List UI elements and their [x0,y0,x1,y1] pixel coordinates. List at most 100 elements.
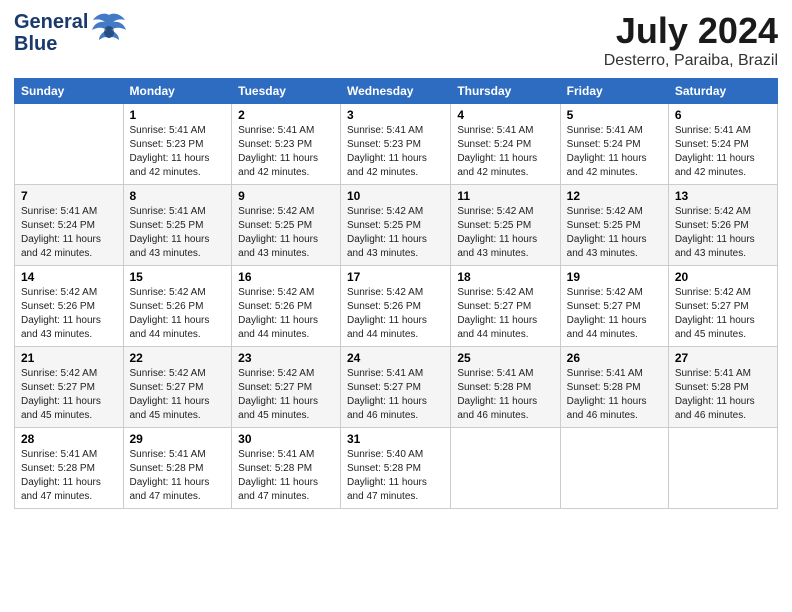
calendar-cell: 22 Sunrise: 5:42 AM Sunset: 5:27 PM Dayli… [123,347,232,428]
week-row-1: 1 Sunrise: 5:41 AM Sunset: 5:23 PM Daylig… [15,104,778,185]
day-info: Sunrise: 5:41 AM Sunset: 5:24 PM Dayligh… [457,124,553,180]
calendar-cell [560,428,668,509]
calendar-table: SundayMondayTuesdayWednesdayThursdayFrid… [14,78,778,509]
day-info: Sunrise: 5:42 AM Sunset: 5:25 PM Dayligh… [347,205,444,261]
day-info: Sunrise: 5:41 AM Sunset: 5:28 PM Dayligh… [457,367,553,423]
day-info: Sunrise: 5:41 AM Sunset: 5:23 PM Dayligh… [347,124,444,180]
day-info: Sunrise: 5:41 AM Sunset: 5:28 PM Dayligh… [567,367,662,423]
day-info: Sunrise: 5:42 AM Sunset: 5:25 PM Dayligh… [567,205,662,261]
week-row-4: 21Sunrise: 5:42 AM Sunset: 5:27 PM Dayli… [15,347,778,428]
calendar-cell [451,428,560,509]
day-number: 2 [238,108,334,122]
logo-line2: Blue [14,33,88,55]
day-number: 13 [675,189,771,203]
day-header-monday: Monday [123,79,232,104]
days-header-row: SundayMondayTuesdayWednesdayThursdayFrid… [15,79,778,104]
day-info: Sunrise: 5:42 AM Sunset: 5:26 PM Dayligh… [675,205,771,261]
day-number: 4 [457,108,553,122]
main-title: July 2024 [604,10,778,52]
day-info: Sunrise: 5:42 AM Sunset: 5:26 PM Dayligh… [21,286,117,342]
day-info: Sunrise: 5:41 AM Sunset: 5:28 PM Dayligh… [21,448,117,504]
day-number: 1 [130,108,226,122]
day-info: Sunrise: 5:41 AM Sunset: 5:24 PM Dayligh… [21,205,117,261]
day-info: Sunrise: 5:42 AM Sunset: 5:25 PM Dayligh… [457,205,553,261]
calendar-cell: 26 Sunrise: 5:41 AM Sunset: 5:28 PM Dayli… [560,347,668,428]
day-info: Sunrise: 5:42 AM Sunset: 5:26 PM Dayligh… [238,286,334,342]
calendar-cell: 3 Sunrise: 5:41 AM Sunset: 5:23 PM Daylig… [341,104,451,185]
day-info: Sunrise: 5:42 AM Sunset: 5:27 PM Dayligh… [130,367,226,423]
day-number: 22 [130,351,226,365]
calendar-cell: 28 Sunrise: 5:41 AM Sunset: 5:28 PM Dayli… [15,428,124,509]
day-number: 30 [238,432,334,446]
calendar-cell: 7 Sunrise: 5:41 AM Sunset: 5:24 PM Daylig… [15,185,124,266]
day-header-friday: Friday [560,79,668,104]
day-number: 16 [238,270,334,284]
day-number: 7 [21,189,117,203]
day-number: 14 [21,270,117,284]
calendar-cell: 14 Sunrise: 5:42 AM Sunset: 5:26 PM Dayli… [15,266,124,347]
week-row-3: 14 Sunrise: 5:42 AM Sunset: 5:26 PM Dayli… [15,266,778,347]
day-info: Sunrise: 5:41 AM Sunset: 5:24 PM Dayligh… [567,124,662,180]
calendar-cell: 30Sunrise: 5:41 AM Sunset: 5:28 PM Dayli… [232,428,341,509]
calendar-cell: 15 Sunrise: 5:42 AM Sunset: 5:26 PM Dayli… [123,266,232,347]
day-info: Sunrise: 5:42 AM Sunset: 5:27 PM Dayligh… [567,286,662,342]
day-number: 28 [21,432,117,446]
calendar-cell: 11 Sunrise: 5:42 AM Sunset: 5:25 PM Dayli… [451,185,560,266]
day-number: 26 [567,351,662,365]
calendar-cell: 21Sunrise: 5:42 AM Sunset: 5:27 PM Dayli… [15,347,124,428]
day-number: 27 [675,351,771,365]
calendar-cell: 9 Sunrise: 5:42 AM Sunset: 5:25 PM Daylig… [232,185,341,266]
week-row-2: 7 Sunrise: 5:41 AM Sunset: 5:24 PM Daylig… [15,185,778,266]
day-number: 25 [457,351,553,365]
day-number: 20 [675,270,771,284]
header: General Blue July 2024 Desterro, Paraiba… [14,10,778,70]
day-header-saturday: Saturday [668,79,777,104]
day-number: 23 [238,351,334,365]
logo: General Blue [14,10,127,55]
day-info: Sunrise: 5:41 AM Sunset: 5:27 PM Dayligh… [347,367,444,423]
calendar-cell: 13 Sunrise: 5:42 AM Sunset: 5:26 PM Dayli… [668,185,777,266]
logo-bird-icon [91,10,127,55]
calendar-cell: 24 Sunrise: 5:41 AM Sunset: 5:27 PM Dayli… [341,347,451,428]
calendar-cell: 5 Sunrise: 5:41 AM Sunset: 5:24 PM Daylig… [560,104,668,185]
day-info: Sunrise: 5:40 AM Sunset: 5:28 PM Dayligh… [347,448,444,504]
calendar-cell: 23 Sunrise: 5:42 AM Sunset: 5:27 PM Dayli… [232,347,341,428]
day-number: 6 [675,108,771,122]
week-row-5: 28 Sunrise: 5:41 AM Sunset: 5:28 PM Dayli… [15,428,778,509]
day-info: Sunrise: 5:41 AM Sunset: 5:28 PM Dayligh… [130,448,226,504]
day-header-wednesday: Wednesday [341,79,451,104]
day-number: 24 [347,351,444,365]
calendar-cell: 4 Sunrise: 5:41 AM Sunset: 5:24 PM Daylig… [451,104,560,185]
day-number: 19 [567,270,662,284]
day-info: Sunrise: 5:42 AM Sunset: 5:26 PM Dayligh… [347,286,444,342]
day-info: Sunrise: 5:42 AM Sunset: 5:27 PM Dayligh… [457,286,553,342]
calendar-cell [15,104,124,185]
day-number: 10 [347,189,444,203]
day-header-tuesday: Tuesday [232,79,341,104]
day-number: 17 [347,270,444,284]
day-info: Sunrise: 5:42 AM Sunset: 5:27 PM Dayligh… [238,367,334,423]
calendar-cell: 20 Sunrise: 5:42 AM Sunset: 5:27 PM Dayli… [668,266,777,347]
calendar-cell: 29Sunrise: 5:41 AM Sunset: 5:28 PM Dayli… [123,428,232,509]
day-number: 5 [567,108,662,122]
day-number: 3 [347,108,444,122]
calendar-cell: 18 Sunrise: 5:42 AM Sunset: 5:27 PM Dayli… [451,266,560,347]
calendar-cell: 25 Sunrise: 5:41 AM Sunset: 5:28 PM Dayli… [451,347,560,428]
day-info: Sunrise: 5:42 AM Sunset: 5:27 PM Dayligh… [21,367,117,423]
day-info: Sunrise: 5:42 AM Sunset: 5:26 PM Dayligh… [130,286,226,342]
day-info: Sunrise: 5:41 AM Sunset: 5:28 PM Dayligh… [675,367,771,423]
day-info: Sunrise: 5:42 AM Sunset: 5:27 PM Dayligh… [675,286,771,342]
calendar-cell: 17 Sunrise: 5:42 AM Sunset: 5:26 PM Dayli… [341,266,451,347]
day-number: 15 [130,270,226,284]
logo-line1: General [14,11,88,33]
calendar-cell: 19 Sunrise: 5:42 AM Sunset: 5:27 PM Dayli… [560,266,668,347]
subtitle: Desterro, Paraiba, Brazil [604,52,778,70]
day-number: 9 [238,189,334,203]
day-number: 11 [457,189,553,203]
calendar-cell: 10 Sunrise: 5:42 AM Sunset: 5:25 PM Dayli… [341,185,451,266]
calendar-cell: 1Sunrise: 5:41 AM Sunset: 5:23 PM Daylig… [123,104,232,185]
day-info: Sunrise: 5:42 AM Sunset: 5:25 PM Dayligh… [238,205,334,261]
day-number: 18 [457,270,553,284]
calendar-cell: 31Sunrise: 5:40 AM Sunset: 5:28 PM Dayli… [341,428,451,509]
day-number: 8 [130,189,226,203]
